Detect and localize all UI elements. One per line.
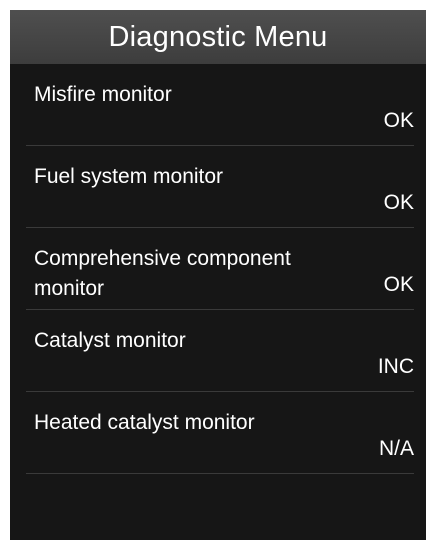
monitor-status: OK xyxy=(383,109,414,132)
monitor-row-comprehensive-component[interactable]: Comprehensive component monitor OK xyxy=(26,228,414,310)
monitor-row-fuel-system[interactable]: Fuel system monitor OK xyxy=(26,146,414,228)
monitor-status: OK xyxy=(383,273,414,296)
monitor-label: Catalyst monitor xyxy=(34,329,186,352)
monitor-list: Misfire monitor OK Fuel system monitor O… xyxy=(10,64,426,474)
monitor-row-misfire[interactable]: Misfire monitor OK xyxy=(26,64,414,146)
title-bar: Diagnostic Menu xyxy=(10,10,426,64)
page-title: Diagnostic Menu xyxy=(108,20,328,53)
monitor-label: Heated catalyst monitor xyxy=(34,411,255,434)
monitor-row-heated-catalyst[interactable]: Heated catalyst monitor N/A xyxy=(26,392,414,474)
monitor-status: OK xyxy=(383,191,414,214)
monitor-label: Misfire monitor xyxy=(34,83,172,106)
monitor-row-catalyst[interactable]: Catalyst monitor INC xyxy=(26,310,414,392)
monitor-status: INC xyxy=(377,355,414,378)
monitor-label: Fuel system monitor xyxy=(34,165,224,188)
monitor-label: Comprehensive component monitor xyxy=(34,247,291,300)
monitor-status: N/A xyxy=(378,437,414,460)
diagnostic-screen: Diagnostic Menu Misfire monitor OK Fuel … xyxy=(10,10,426,540)
